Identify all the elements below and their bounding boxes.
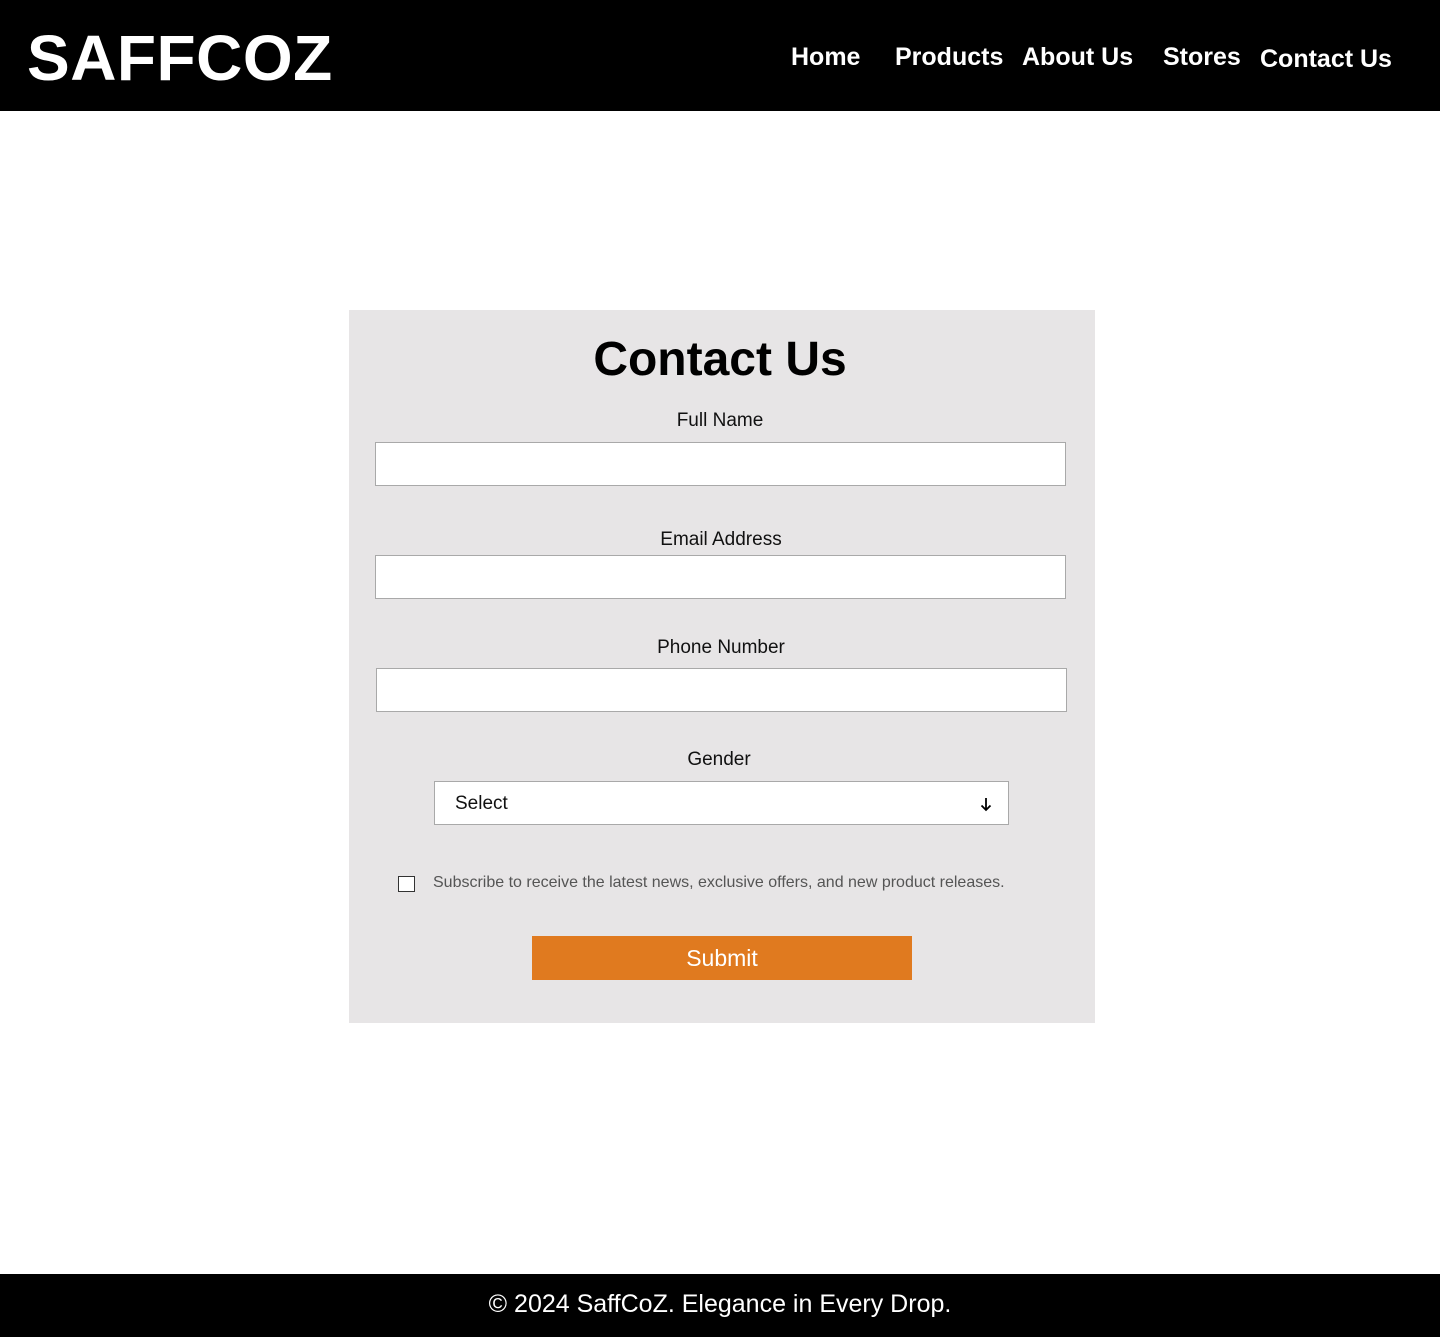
brand-logo[interactable]: SAFFCOZ [27,22,333,94]
footer-copyright: © 2024 SaffCoZ. Elegance in Every Drop. [488,1290,952,1318]
form-title: Contact Us [593,333,847,386]
phone-number-label: Phone Number [657,637,785,658]
nav-link-stores[interactable]: Stores [1163,42,1241,72]
nav-link-home[interactable]: Home [791,42,860,72]
gender-label: Gender [687,749,751,770]
nav-link-products[interactable]: Products [895,42,1003,72]
top-navigation-bar: SAFFCOZ Home Products About Us Stores Co… [0,0,1440,111]
arrow-down-icon [980,798,992,812]
full-name-input[interactable] [375,442,1066,486]
email-address-input[interactable] [375,555,1066,599]
nav-link-contact-us[interactable]: Contact Us [1260,44,1392,74]
gender-select[interactable]: Select [434,781,1009,825]
email-address-label: Email Address [660,529,782,550]
subscribe-label: Subscribe to receive the latest news, ex… [433,874,1005,891]
gender-selected-value: Select [455,793,508,814]
submit-button[interactable]: Submit [532,936,912,980]
full-name-label: Full Name [676,410,764,431]
phone-number-input[interactable] [376,668,1067,712]
subscribe-checkbox[interactable] [398,876,415,892]
nav-link-about-us[interactable]: About Us [1022,42,1133,72]
footer: © 2024 SaffCoZ. Elegance in Every Drop. [0,1274,1440,1337]
